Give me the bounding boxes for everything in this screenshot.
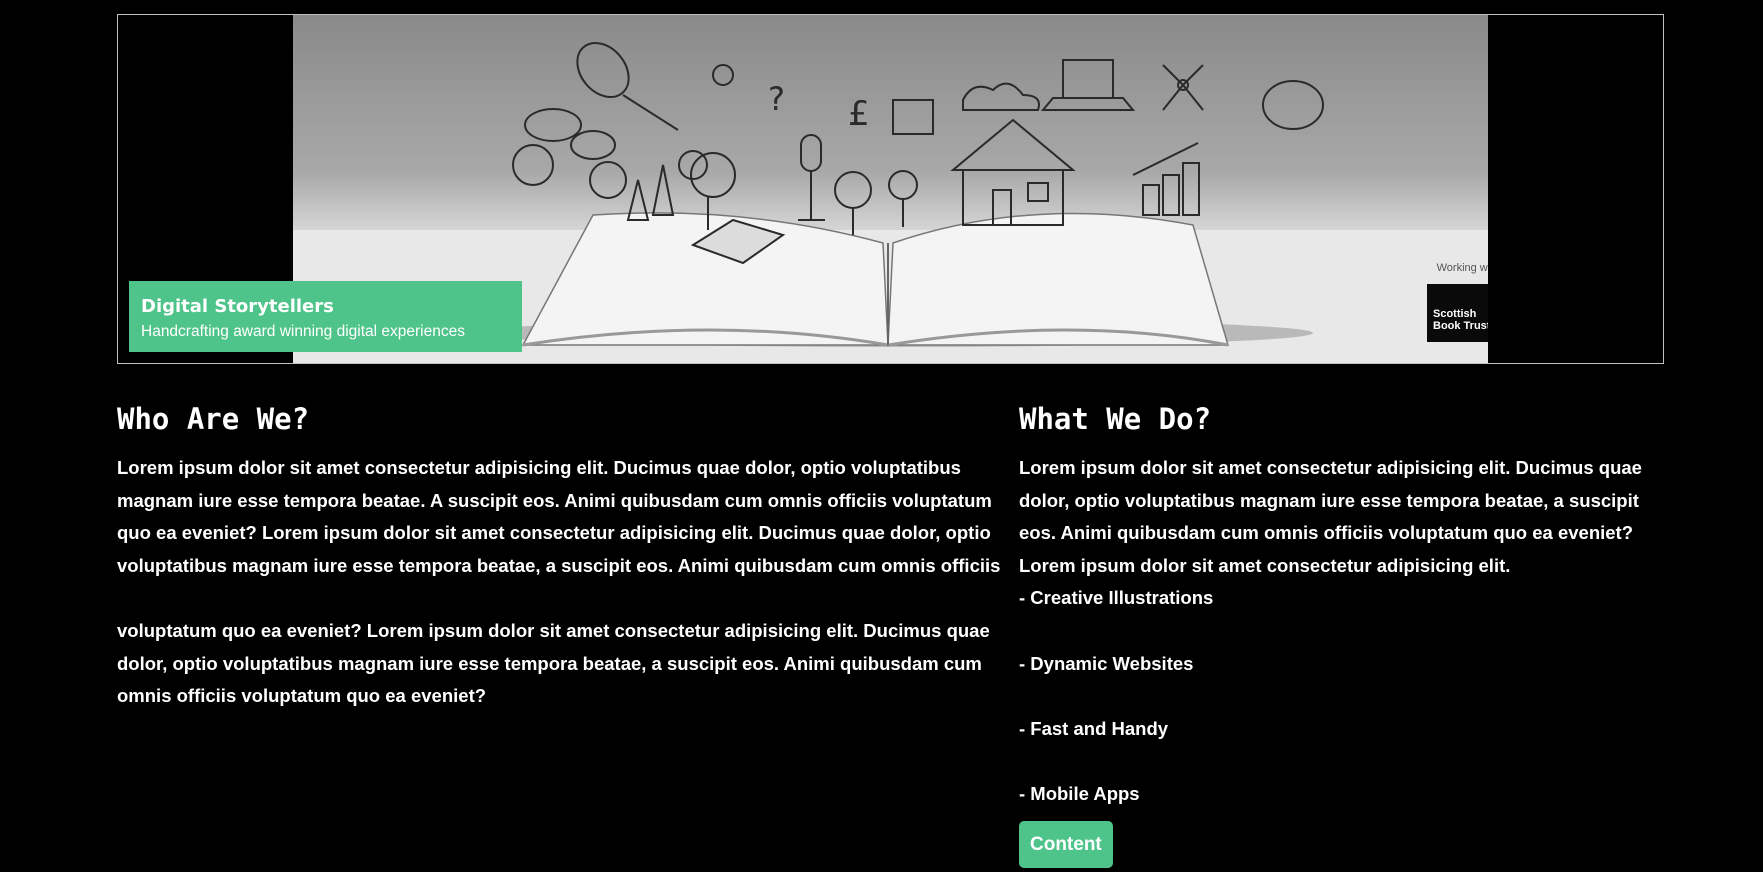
feature-item-mobile-apps: - Mobile Apps: [1019, 782, 1140, 804]
what-we-do-heading: What We Do?: [1019, 402, 1212, 436]
scottish-book-trust-logo[interactable]: Scottish Book Trust: [1427, 284, 1488, 342]
svg-text:£: £: [848, 94, 870, 134]
brand-title: Digital Storytellers: [141, 296, 334, 317]
feature-item-fast-and-handy: - Fast and Handy: [1019, 717, 1169, 739]
hero-banner: ? £ Working w Scottish Book Trust Digita…: [117, 14, 1664, 364]
brand-box: Digital Storytellers Handcrafting award …: [129, 281, 522, 352]
who-are-we-paragraph-2: voluptatum quo ea eveniet? Lorem ipsum d…: [117, 619, 990, 707]
svg-text:?: ?: [768, 80, 785, 118]
partner-block: Working with Scottish Book Trust: [1427, 262, 1488, 342]
partner-logo-text: Scottish Book Trust: [1433, 308, 1488, 332]
what-we-do-section: What We Do? Lorem ipsum dolor sit amet c…: [1019, 396, 1667, 868]
who-are-we-heading: Who Are We?: [117, 402, 310, 436]
content-button[interactable]: Content: [1019, 820, 1113, 868]
who-are-we-section: Who Are We? Lorem ipsum dolor sit amet c…: [117, 396, 1002, 713]
feature-list: - Creative Illustrations - Dynamic Websi…: [1019, 582, 1667, 810]
who-are-we-paragraph-1: Lorem ipsum dolor sit amet consectetur a…: [117, 457, 1001, 576]
feature-item-dynamic-websites: - Dynamic Websites: [1019, 652, 1194, 674]
partner-label: Working with: [1436, 262, 1488, 274]
feature-item-creative-illustrations: - Creative Illustrations: [1019, 587, 1214, 609]
page: ? £ Working w Scottish Book Trust Digita…: [0, 0, 1763, 872]
what-we-do-paragraph: Lorem ipsum dolor sit amet consectetur a…: [1019, 457, 1642, 576]
brand-tagline: Handcrafting award winning digital exper…: [141, 323, 465, 340]
